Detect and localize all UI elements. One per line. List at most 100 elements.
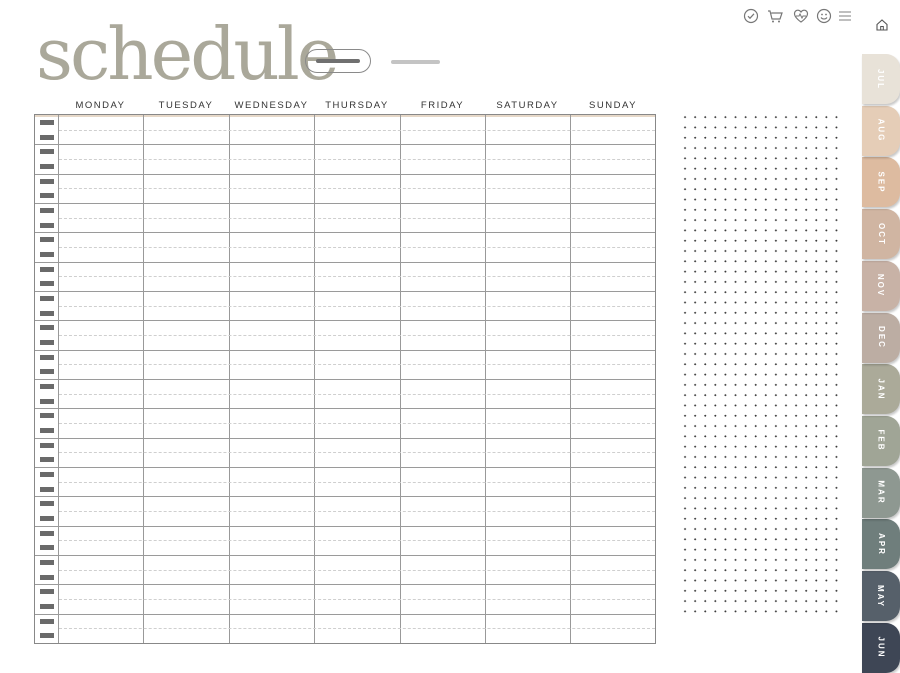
day-header-wednesday: WEDNESDAY	[234, 100, 309, 111]
half-hour-line	[59, 276, 655, 278]
half-hour-line	[59, 393, 655, 395]
hour-line	[35, 261, 655, 263]
month-tab-jan[interactable]: JAN	[862, 364, 900, 415]
time-slot-marker	[40, 530, 54, 536]
half-hour-line	[59, 129, 655, 131]
time-slot-marker	[40, 471, 54, 477]
check-circle-icon[interactable]	[742, 7, 760, 25]
half-hour-line	[59, 423, 655, 424]
time-slot-marker	[40, 633, 54, 639]
time-slot-marker	[40, 603, 54, 609]
time-slot-marker	[40, 222, 54, 228]
time-slot-marker	[40, 295, 54, 301]
hour-line	[35, 379, 655, 380]
hour-line	[35, 525, 655, 527]
month-tab-label: SEP	[876, 171, 886, 194]
half-hour-line	[59, 569, 655, 571]
day-header-friday: FRIDAY	[420, 100, 465, 111]
month-tab-may[interactable]: MAY	[862, 571, 900, 621]
time-slot-marker	[40, 354, 54, 360]
hour-line	[35, 408, 655, 410]
month-tab-jul[interactable]: JUL	[862, 54, 900, 104]
month-tab-sep[interactable]: SEP	[862, 157, 900, 208]
hour-line	[35, 584, 655, 586]
half-hour-line	[59, 247, 655, 248]
month-tab-label: AUG	[876, 118, 886, 143]
half-hour-line	[59, 188, 655, 190]
half-hour-line	[59, 540, 655, 542]
month-tab-label: DEC	[876, 326, 886, 349]
month-tab-dec[interactable]: DEC	[862, 312, 900, 363]
half-hour-line	[59, 452, 655, 454]
half-hour-line	[59, 364, 655, 366]
time-slot-marker	[40, 251, 54, 257]
pill-bar	[316, 59, 360, 63]
hour-line	[35, 467, 655, 468]
half-hour-line	[59, 511, 655, 512]
time-slot-marker	[40, 515, 54, 521]
time-slot-marker	[40, 457, 54, 463]
month-tab-label: APR	[876, 532, 886, 556]
time-slot-marker	[40, 266, 54, 272]
time-slot-marker	[40, 281, 54, 287]
home-icon[interactable]	[875, 17, 889, 33]
time-slot-marker	[40, 486, 54, 492]
grid-top-accent	[35, 115, 655, 117]
dot-grid-notes[interactable]	[680, 112, 842, 614]
time-slot-marker	[40, 178, 54, 184]
time-slot-marker	[40, 119, 54, 125]
toggle-pill-button[interactable]	[305, 49, 371, 73]
month-tab-jun[interactable]: JUN	[862, 622, 900, 673]
menu-icon[interactable]	[836, 7, 854, 25]
hour-line	[35, 291, 655, 292]
month-tab-label: FEB	[876, 429, 886, 452]
page-title: schedule	[36, 12, 339, 96]
month-tab-apr[interactable]: APR	[862, 519, 900, 570]
hour-line	[35, 349, 655, 351]
half-hour-line	[59, 628, 655, 630]
hour-line	[35, 437, 655, 439]
heart-pulse-icon[interactable]	[792, 7, 810, 25]
weekly-schedule-grid: MONDAY TUESDAY WEDNESDAY THURSDAY FRIDAY SATU…	[34, 99, 656, 645]
time-slot-marker	[40, 589, 54, 595]
day-header-thursday: THURSDAY	[325, 100, 389, 111]
smiley-icon[interactable]	[815, 7, 833, 25]
month-tab-label: MAR	[876, 480, 886, 505]
month-tab-feb[interactable]: FEB	[862, 415, 900, 466]
month-tab-label: JAN	[876, 378, 886, 401]
hour-line	[35, 555, 655, 556]
month-tab-oct[interactable]: OCT	[862, 209, 900, 260]
time-slot-marker	[40, 325, 54, 331]
month-tab-label: MAY	[876, 584, 886, 608]
month-tab-nov[interactable]: NOV	[862, 260, 900, 311]
time-slot-marker	[40, 163, 54, 169]
schedule-body[interactable]	[34, 114, 656, 644]
shopping-cart-icon[interactable]	[766, 7, 784, 25]
time-slot-marker	[40, 442, 54, 448]
time-slot-marker	[40, 369, 54, 375]
minus-button[interactable]	[391, 60, 440, 64]
day-header-monday: MONDAY	[75, 100, 126, 111]
half-hour-line	[59, 217, 655, 219]
month-tab-label: NOV	[876, 274, 886, 298]
month-tab-label: JUL	[876, 68, 886, 90]
time-slot-marker	[40, 559, 54, 565]
hour-line	[35, 173, 655, 175]
day-header-saturday: SATURDAY	[496, 100, 559, 111]
month-tab-mar[interactable]: MAR	[862, 467, 900, 518]
hour-line	[35, 144, 655, 146]
time-slot-marker	[40, 383, 54, 389]
time-slot-marker	[40, 134, 54, 140]
half-hour-line	[59, 305, 655, 307]
time-slot-marker	[40, 618, 54, 624]
half-hour-line	[59, 481, 655, 483]
time-slot-marker	[40, 237, 54, 243]
day-header-tuesday: TUESDAY	[158, 100, 214, 111]
time-slot-marker	[40, 339, 54, 345]
hour-line	[35, 613, 655, 615]
time-slot-marker	[40, 545, 54, 551]
month-tab-aug[interactable]: AUG	[862, 105, 900, 156]
time-slot-marker	[40, 427, 54, 433]
time-slot-marker	[40, 574, 54, 580]
time-slot-marker	[40, 310, 54, 316]
